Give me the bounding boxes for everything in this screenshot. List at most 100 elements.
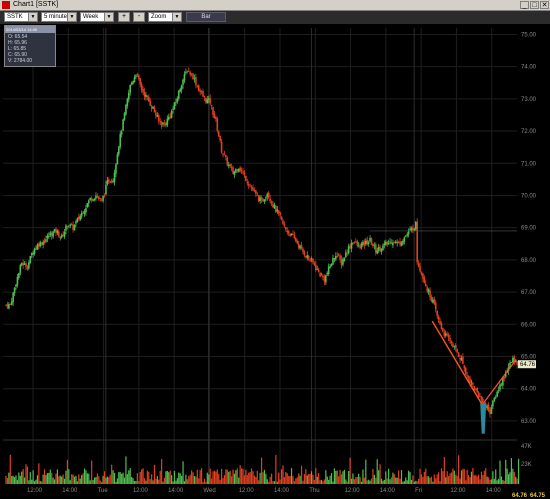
candle-body: [112, 180, 114, 182]
volume-bar: [348, 471, 350, 484]
price-axis-label: 74.00: [521, 65, 537, 71]
zoom-in-button[interactable]: +: [118, 12, 130, 22]
volume-bar: [145, 480, 147, 484]
volume-bar: [375, 477, 377, 484]
maximize-icon[interactable]: □: [530, 1, 539, 9]
candle-body: [383, 243, 386, 245]
candle-body: [362, 241, 364, 245]
candle-body: [46, 235, 49, 239]
candle-body: [66, 226, 69, 227]
candle-body: [267, 192, 270, 198]
chevron-down-icon[interactable]: ▼: [28, 13, 37, 21]
candle-body: [170, 111, 173, 118]
volume-bar: [45, 475, 47, 484]
chart-window: Chart1 [SSTK] _ □ ✕ SSTK ▼ 5 minutes ▼ W…: [0, 0, 550, 499]
zoom-select[interactable]: Zoom ▼: [148, 12, 182, 22]
candle-body: [207, 98, 210, 100]
volume-bar: [280, 469, 283, 484]
volume-bar: [483, 470, 485, 484]
candle-body: [454, 344, 457, 349]
time-axis-label: Thu: [309, 488, 319, 494]
candle-body: [39, 241, 42, 247]
candle-body: [230, 167, 233, 169]
candle-body: [442, 327, 444, 332]
candle-body: [306, 255, 309, 258]
candle-body: [287, 231, 290, 234]
time-axis-label: 12:00: [27, 488, 43, 494]
volume-bar: [420, 474, 423, 484]
volume-bar: [365, 459, 367, 484]
volume-bar: [450, 472, 453, 484]
volume-bar: [276, 481, 278, 484]
volume-bar: [46, 473, 49, 484]
candle-body: [440, 323, 443, 329]
candle-body: [236, 169, 239, 171]
candle-body: [253, 190, 256, 192]
volume-bar: [149, 479, 151, 484]
interval-select[interactable]: 5 minutes ▼: [41, 12, 77, 22]
volume-bar: [392, 472, 394, 484]
candle-body: [237, 168, 240, 172]
close-icon[interactable]: ✕: [540, 1, 549, 9]
candle-body: [106, 180, 109, 185]
candle-body: [25, 263, 27, 268]
volume-bar: [240, 468, 243, 484]
candle-body: [145, 94, 147, 97]
candle-body: [22, 262, 24, 266]
range-select[interactable]: Week ▼: [80, 12, 114, 22]
price-chart[interactable]: 75.00 74.00 73.00 72.00 71.00 70.00 69.00 68.00…: [0, 24, 550, 499]
title-bar[interactable]: Chart1 [SSTK] _ □ ✕: [0, 0, 550, 11]
volume-bar: [309, 474, 311, 484]
candle-body: [312, 258, 314, 263]
candle-body: [326, 272, 329, 275]
chevron-down-icon[interactable]: ▼: [172, 13, 181, 21]
volume-bar: [52, 477, 54, 484]
chevron-down-icon[interactable]: ▼: [67, 13, 76, 21]
candle-body: [26, 267, 29, 270]
candle-body: [199, 90, 201, 92]
candle-body: [372, 243, 374, 247]
chevron-down-icon[interactable]: ▼: [104, 13, 113, 21]
volume-bar: [516, 478, 518, 484]
volume-bar: [196, 469, 198, 484]
candle-body: [393, 242, 396, 244]
volume-bar: [171, 475, 173, 484]
candle-body: [10, 301, 13, 305]
volume-value: V: 2784.00: [8, 58, 33, 64]
candle-body: [337, 254, 340, 256]
symbol-combo[interactable]: SSTK ▼: [4, 12, 38, 22]
candle-body: [239, 167, 241, 171]
volume-bar: [366, 480, 368, 484]
volume-bar: [449, 473, 451, 484]
candle-body: [357, 245, 360, 247]
bar-button[interactable]: Bar: [186, 12, 226, 22]
volume-bar: [279, 479, 281, 484]
volume-bar: [485, 468, 487, 484]
volume-bar: [218, 473, 220, 484]
volume-bar: [158, 479, 160, 484]
candle-body: [232, 167, 234, 174]
candle-body: [492, 400, 494, 407]
volume-axis-label: 47K: [521, 444, 532, 450]
volume-bar: [183, 481, 186, 484]
volume-bar: [173, 470, 176, 484]
volume-bar: [263, 469, 266, 484]
volume-bar: [383, 479, 385, 484]
volume-bar: [259, 472, 261, 484]
candle-body: [346, 252, 349, 254]
candle-body: [280, 216, 283, 220]
volume-bar: [323, 479, 325, 484]
time-axis-label: 14:00: [274, 488, 290, 494]
minimize-icon[interactable]: _: [520, 1, 529, 9]
volume-bar: [305, 469, 307, 484]
candle-body: [349, 245, 351, 248]
volume-bar: [423, 471, 425, 484]
zoom-out-button[interactable]: -: [133, 12, 145, 22]
candle-body: [389, 241, 391, 243]
candle-body: [79, 215, 82, 220]
candle-body: [300, 244, 303, 249]
volume-bar: [8, 472, 10, 484]
candle-body: [420, 271, 423, 275]
volume-bar: [141, 469, 143, 484]
price-axis-label: 68.00: [521, 258, 537, 264]
